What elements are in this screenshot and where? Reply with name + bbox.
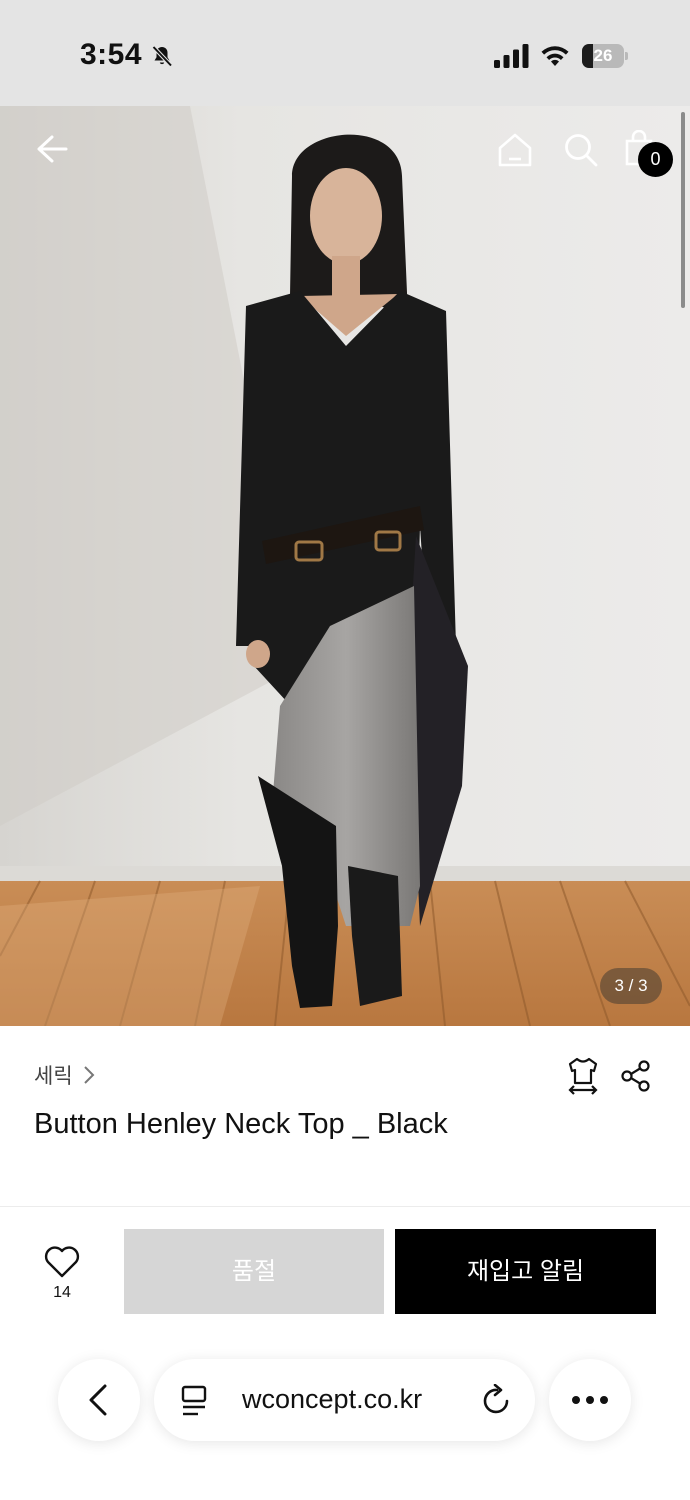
back-arrow-icon[interactable] [34, 132, 68, 166]
reload-icon[interactable] [482, 1384, 512, 1416]
brand-name: 세릭 [34, 1065, 73, 1088]
scroll-indicator [681, 112, 685, 308]
brand-link[interactable]: 세릭 [34, 1060, 95, 1090]
share-icon[interactable] [620, 1060, 652, 1092]
wifi-icon [541, 46, 569, 66]
status-bar: 3:54 26 [0, 0, 690, 106]
image-counter: 3 / 3 [600, 968, 662, 1004]
product-name: Button Henley Neck Top _ Black [34, 1108, 448, 1140]
page-menu-icon [181, 1385, 207, 1416]
browser-back-icon [89, 1384, 107, 1416]
product-image[interactable] [0, 106, 690, 1026]
size-guide-icon[interactable] [566, 1056, 600, 1096]
home-icon[interactable] [497, 132, 533, 168]
product-photo [0, 106, 690, 1026]
like-count: 14 [53, 1284, 71, 1301]
battery-icon: 26 [582, 44, 628, 68]
soldout-button[interactable]: 품절 [124, 1229, 384, 1314]
browser-back-button[interactable] [58, 1359, 140, 1441]
bell-muted-icon [152, 45, 173, 67]
heart-icon[interactable] [44, 1246, 80, 1278]
url-text[interactable]: wconcept.co.kr [242, 1384, 422, 1415]
browser-more-button[interactable] [549, 1359, 631, 1441]
battery-level: 26 [593, 46, 613, 65]
status-time: 3:54 [80, 38, 143, 71]
search-icon[interactable] [563, 132, 599, 168]
restock-alert-button[interactable]: 재입고 알림 [395, 1229, 656, 1314]
cellular-signal-icon [494, 44, 529, 68]
product-page: 3:54 26 0 3 / 3 세릭 Button Henley Neck To… [0, 0, 690, 1500]
more-icon [572, 1396, 608, 1404]
cart-count-badge: 0 [638, 142, 673, 177]
chevron-right-icon [83, 1066, 95, 1084]
